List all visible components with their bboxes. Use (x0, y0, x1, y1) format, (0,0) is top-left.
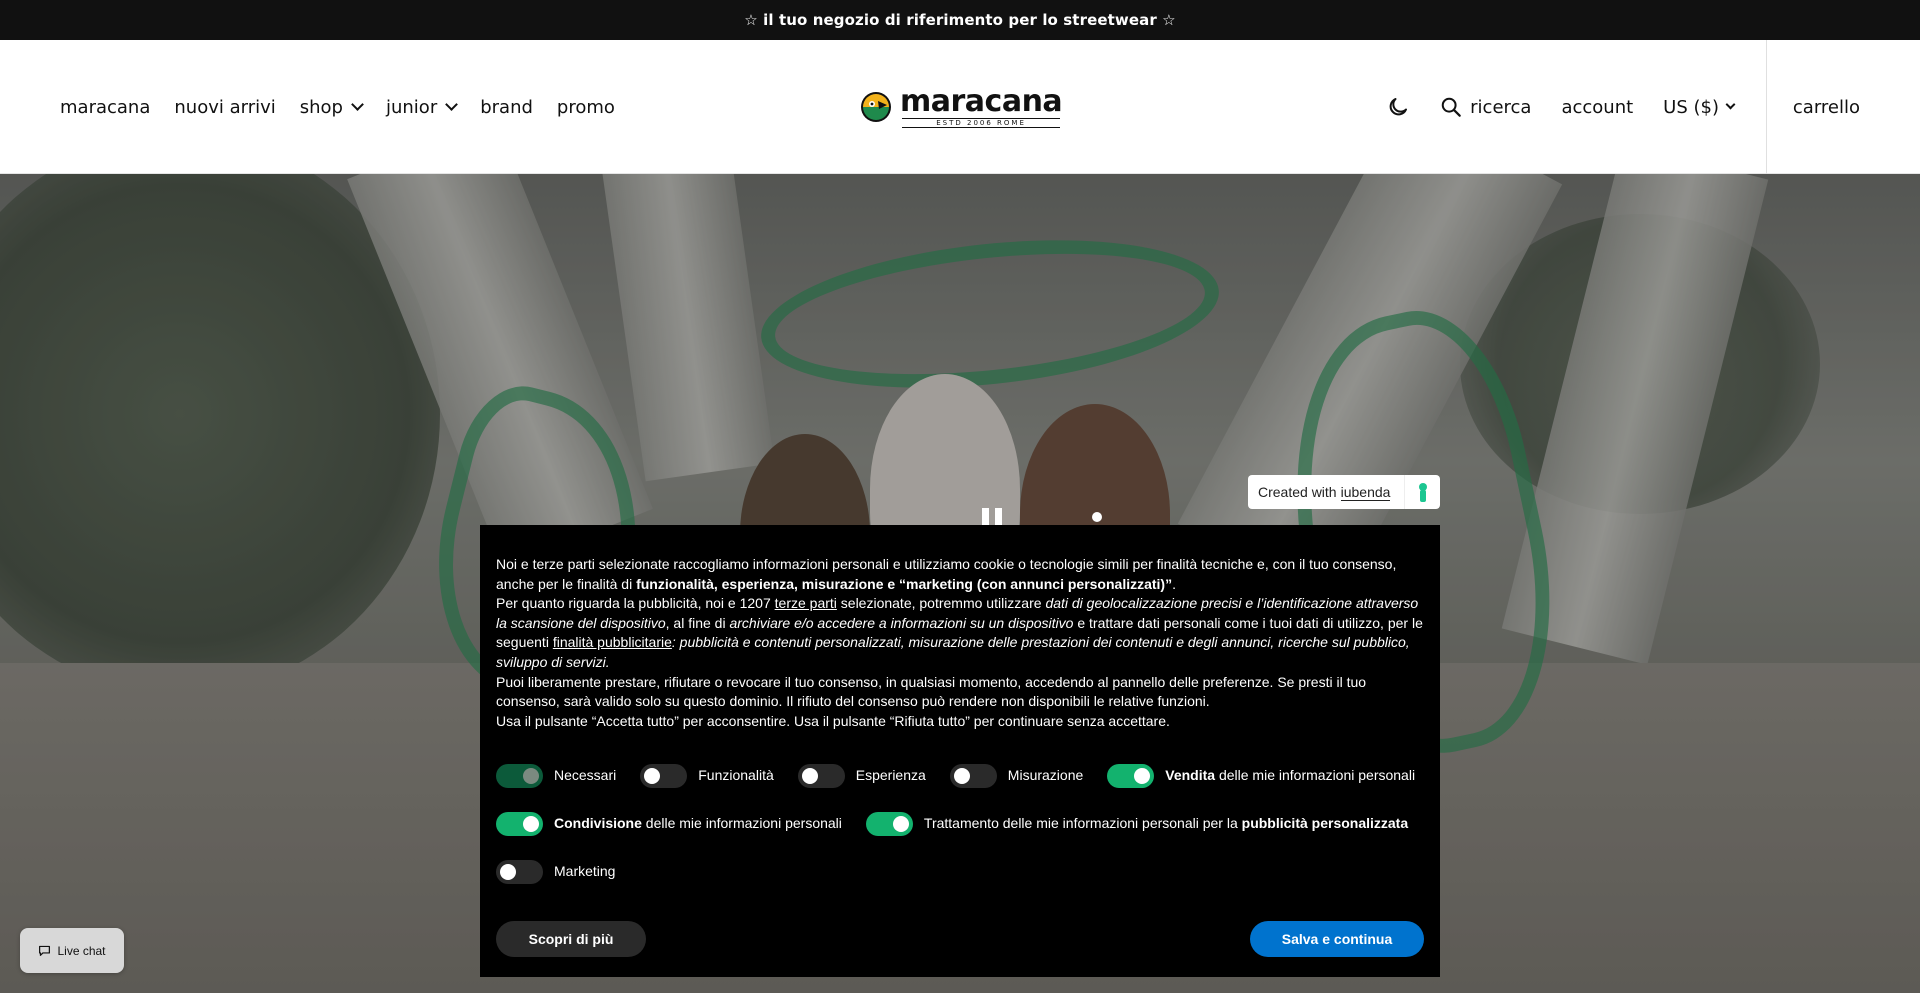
nav-item-promo[interactable]: promo (557, 97, 615, 118)
parrot-logo-icon (861, 92, 891, 122)
toggle-marketing[interactable]: Marketing (496, 860, 615, 884)
cart-link[interactable]: carrello (1793, 40, 1860, 174)
nav-item-junior[interactable]: junior (385, 96, 459, 118)
switch-vendita[interactable] (1107, 764, 1155, 788)
announcement-bar: ☆ il tuo negozio di riferimento per lo s… (0, 0, 1920, 40)
nav-item-nuovi-arrivi[interactable]: nuovi arrivi (174, 97, 275, 118)
live-chat-button[interactable]: Live chat (20, 928, 124, 973)
cart-label: carrello (1792, 96, 1860, 118)
iubenda-badge[interactable]: Created with iubenda (1248, 475, 1440, 509)
search-label: ricerca (1470, 96, 1532, 118)
cookie-consent-banner: Noi e terze parti selezionate raccogliam… (480, 525, 1440, 977)
toggle-misurazione[interactable]: Misurazione (949, 764, 1083, 788)
nav-item-label: shop (299, 96, 343, 118)
currency-label: US ($) (1663, 96, 1719, 118)
header-divider (1766, 40, 1767, 174)
chat-bubble-icon (39, 945, 51, 956)
nav-item-label: promo (556, 96, 615, 118)
toggle-condivisione[interactable]: Condivisione delle mie informazioni pers… (496, 812, 842, 836)
consent-paragraph-4: Usa il pulsante “Accetta tutto” per acco… (496, 712, 1170, 729)
currency-selector[interactable]: US ($) (1663, 96, 1736, 118)
toggle-funzionalita[interactable]: Funzionalità (640, 764, 774, 788)
moon-icon (1389, 98, 1408, 116)
main-nav: maracana nuovi arrivi shop junior brand … (60, 40, 615, 174)
switch-misurazione[interactable] (949, 764, 997, 788)
consent-toggles: Necessari Funzionalità Esperienza Misura… (496, 763, 1436, 907)
nav-item-brand[interactable]: brand (480, 97, 533, 118)
toggle-vendita[interactable]: Vendita delle mie informazioni personali (1107, 764, 1415, 788)
announcement-text: ☆ il tuo negozio di riferimento per lo s… (744, 11, 1176, 29)
nav-item-label: nuovi arrivi (174, 96, 276, 118)
consent-paragraph-3: Puoi liberamente prestare, rifiutare o r… (496, 673, 1367, 710)
search-button[interactable]: ricerca (1440, 96, 1531, 118)
switch-esperienza[interactable] (797, 764, 845, 788)
switch-funzionalita[interactable] (640, 764, 688, 788)
site-header: maracana nuovi arrivi shop junior brand … (0, 40, 1920, 174)
nav-item-maracana[interactable]: maracana (60, 97, 150, 118)
learn-more-button[interactable]: Scopri di più (496, 921, 646, 957)
chevron-down-icon (445, 98, 459, 111)
nav-item-shop[interactable]: shop (299, 96, 364, 118)
consent-paragraph-1: Noi e terze parti selezionate raccogliam… (496, 556, 1397, 592)
logo-text: maracana ESTD 2006 ROME (900, 83, 1063, 128)
nav-item-label: maracana (60, 96, 151, 118)
account-link[interactable]: account (1561, 97, 1633, 118)
iubenda-prefix: Created with (1258, 484, 1337, 500)
nav-item-label: junior (385, 96, 438, 118)
nav-item-label: brand (480, 96, 533, 118)
logo-tagline: ESTD 2006 ROME (902, 117, 1061, 128)
theme-toggle-button[interactable] (1386, 95, 1410, 119)
save-and-continue-button[interactable]: Salva e continua (1250, 921, 1424, 957)
header-actions: ricerca account US ($) (1386, 40, 1736, 174)
toggle-trattamento[interactable]: Trattamento delle mie informazioni perso… (865, 812, 1408, 836)
switch-condivisione[interactable] (496, 812, 543, 836)
toggle-necessari[interactable]: Necessari (496, 764, 616, 788)
switch-trattamento[interactable] (865, 812, 913, 836)
switch-marketing[interactable] (496, 860, 543, 884)
consent-paragraph-2: Per quanto riguarda la pubblicità, noi e… (496, 595, 1423, 670)
search-icon (1441, 97, 1461, 117)
third-parties-link[interactable]: terze parti (775, 595, 837, 611)
iubenda-logo-icon (1404, 475, 1440, 509)
logo-wordmark: maracana (900, 83, 1063, 119)
slider-dot[interactable] (1092, 512, 1102, 522)
toggle-esperienza[interactable]: Esperienza (797, 764, 926, 788)
switch-necessari[interactable] (496, 764, 543, 788)
advertising-purposes-link[interactable]: finalità pubblicitarie (553, 634, 672, 650)
iubenda-brand: iubenda (1340, 483, 1391, 501)
site-logo[interactable]: maracana ESTD 2006 ROME (860, 82, 1063, 132)
chevron-down-icon (351, 98, 364, 111)
account-label: account (1561, 96, 1634, 118)
chevron-down-icon (1725, 99, 1736, 110)
live-chat-label: Live chat (57, 943, 106, 958)
